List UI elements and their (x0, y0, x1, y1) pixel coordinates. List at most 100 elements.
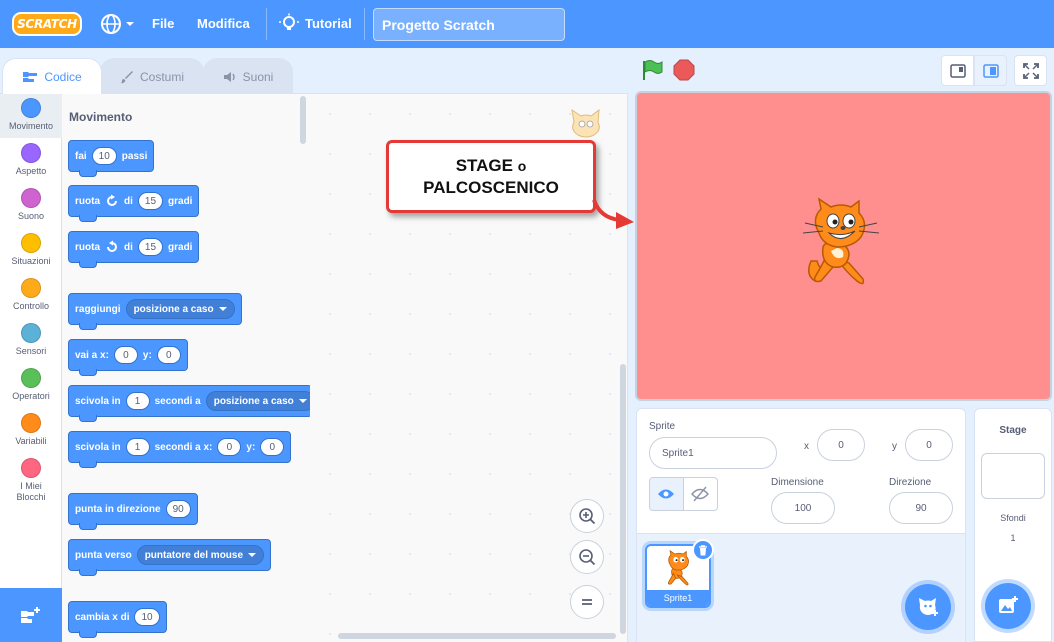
block-point-direction[interactable]: punta in direzione 90 (68, 493, 198, 530)
block-number-input[interactable]: 10 (91, 147, 117, 165)
category-events[interactable]: Situazioni (0, 229, 62, 273)
block-move-steps[interactable]: fai 10 passi (68, 140, 155, 177)
block-number-input[interactable]: 0 (156, 346, 181, 364)
tab-code-label: Codice (44, 69, 82, 84)
green-flag-icon[interactable] (640, 58, 664, 82)
zoom-in-button[interactable] (570, 499, 604, 533)
category-dot (21, 278, 41, 298)
palette-scrollbar[interactable] (300, 96, 306, 144)
sprite-thumbnail-label: Sprite1 (647, 590, 709, 606)
choose-backdrop-button[interactable] (985, 583, 1031, 629)
block-goto[interactable]: raggiungi posizione a caso (68, 293, 242, 330)
block-dropdown[interactable]: puntatore del mouse (136, 545, 265, 565)
edit-menu[interactable]: Modifica (197, 16, 250, 31)
block-dropdown[interactable]: posizione a caso (125, 299, 235, 319)
block-change-x[interactable]: cambia x di 10 (68, 601, 167, 638)
fullscreen-button[interactable] (1014, 55, 1047, 86)
backdrop-thumbnail[interactable] (981, 453, 1045, 499)
callout-strong: STAGE (455, 155, 513, 175)
category-label: I Miei Blocchi (16, 481, 46, 502)
block-turn-left[interactable]: ruota di 15 gradi (68, 231, 200, 268)
dropdown-value: posizione a caso (213, 395, 294, 407)
block-number-input[interactable]: 15 (137, 238, 164, 256)
block-number-input[interactable]: 0 (113, 346, 138, 364)
stop-icon[interactable] (673, 59, 695, 81)
category-label: Situazioni (11, 256, 51, 266)
rotate-left-icon (107, 240, 117, 252)
project-title-input[interactable]: Progetto Scratch (373, 8, 565, 41)
block-number-input[interactable]: 1 (125, 438, 150, 456)
choose-sprite-button[interactable] (905, 584, 951, 630)
direction-input[interactable]: 90 (889, 492, 953, 524)
scratch-logo[interactable]: SCRATCH (12, 12, 82, 36)
block-dropdown[interactable]: posizione a caso (205, 391, 310, 411)
block-number-input[interactable]: 0 (260, 438, 285, 456)
category-dot (21, 413, 41, 433)
language-menu[interactable] (100, 13, 135, 35)
speaker-icon (223, 71, 235, 82)
block-glide-to[interactable]: scivola in 1 secondi a posizione a caso (68, 385, 310, 422)
category-looks[interactable]: Aspetto (0, 139, 62, 183)
block-glide-xy[interactable]: scivola in 1 secondi a x: 0 y: 0 (68, 431, 292, 468)
show-button[interactable] (650, 478, 684, 510)
block-number-input[interactable]: 15 (137, 192, 164, 210)
menu-divider (364, 8, 365, 40)
globe-icon (101, 14, 121, 34)
block-number-input[interactable]: 10 (134, 608, 160, 626)
stage-callout: STAGE o PALCOSCENICO (386, 140, 596, 213)
category-control[interactable]: Controllo (0, 274, 62, 318)
hide-button[interactable] (684, 478, 718, 510)
block-text: di (124, 195, 133, 207)
block-point-towards[interactable]: punta verso puntatore del mouse (68, 539, 272, 576)
block-text: cambia x di (75, 611, 130, 623)
category-motion[interactable]: Movimento (0, 94, 62, 138)
category-dot (21, 368, 41, 388)
tab-costumes[interactable]: Costumi (100, 58, 204, 94)
sprite-watermark-icon (571, 108, 600, 138)
block-palette: Movimento fai 10 passi ruota di 15 gradi… (62, 93, 310, 642)
large-stage-button[interactable] (974, 55, 1007, 86)
delete-sprite-button[interactable] (692, 539, 714, 561)
small-stage-button[interactable] (941, 55, 974, 86)
menu-bar: SCRATCH File Modifica Tutorial Progetto … (0, 0, 1054, 48)
size-input[interactable]: 100 (771, 492, 835, 524)
sprite-name-input[interactable]: Sprite1 (649, 437, 777, 469)
block-text: secondi a x: (154, 441, 213, 453)
category-sound[interactable]: Suono (0, 184, 62, 228)
block-text: raggiungi (75, 303, 121, 315)
block-number-input[interactable]: 90 (165, 500, 191, 518)
tab-sounds[interactable]: Suoni (203, 58, 293, 94)
block-number-input[interactable]: 0 (217, 438, 242, 456)
block-text: secondi a (154, 395, 201, 407)
block-goto-xy[interactable]: vai a x: 0 y: 0 (68, 339, 188, 376)
script-scrollbar-vertical[interactable] (620, 364, 626, 634)
tutorial-button[interactable]: Tutorial (279, 13, 352, 33)
block-number-input[interactable]: 1 (125, 392, 150, 410)
zoom-out-button[interactable] (570, 540, 604, 574)
palette-heading: Movimento (69, 110, 133, 124)
y-input[interactable]: 0 (905, 429, 953, 461)
tab-code[interactable]: Codice (2, 58, 102, 94)
category-variables[interactable]: Variabili (0, 409, 62, 453)
category-label: Aspetto (15, 166, 47, 176)
add-extension-button[interactable] (0, 588, 62, 642)
zoom-reset-button[interactable] (570, 585, 604, 619)
file-menu[interactable]: File (152, 16, 174, 31)
category-dot (21, 233, 41, 253)
sprite-list: Sprite1 (637, 533, 965, 642)
block-text: passi (121, 150, 148, 162)
category-label: Movimento (8, 121, 53, 131)
block-turn-right[interactable]: ruota di 15 gradi (68, 185, 200, 222)
category-sensing[interactable]: Sensori (0, 319, 62, 363)
stage-target-pane[interactable]: Stage Sfondi 1 (974, 408, 1052, 642)
equals-icon (582, 599, 592, 605)
eye-icon (658, 489, 675, 499)
add-extension-icon (21, 607, 40, 623)
category-my-blocks[interactable]: I Miei Blocchi (0, 454, 62, 506)
cat-sprite-icon[interactable] (797, 197, 885, 291)
category-operators[interactable]: Operatori (0, 364, 62, 408)
tab-sounds-label: Suoni (242, 69, 274, 84)
script-scrollbar-horizontal[interactable] (338, 633, 616, 639)
category-label: Variabili (15, 436, 47, 446)
x-input[interactable]: 0 (817, 429, 865, 461)
